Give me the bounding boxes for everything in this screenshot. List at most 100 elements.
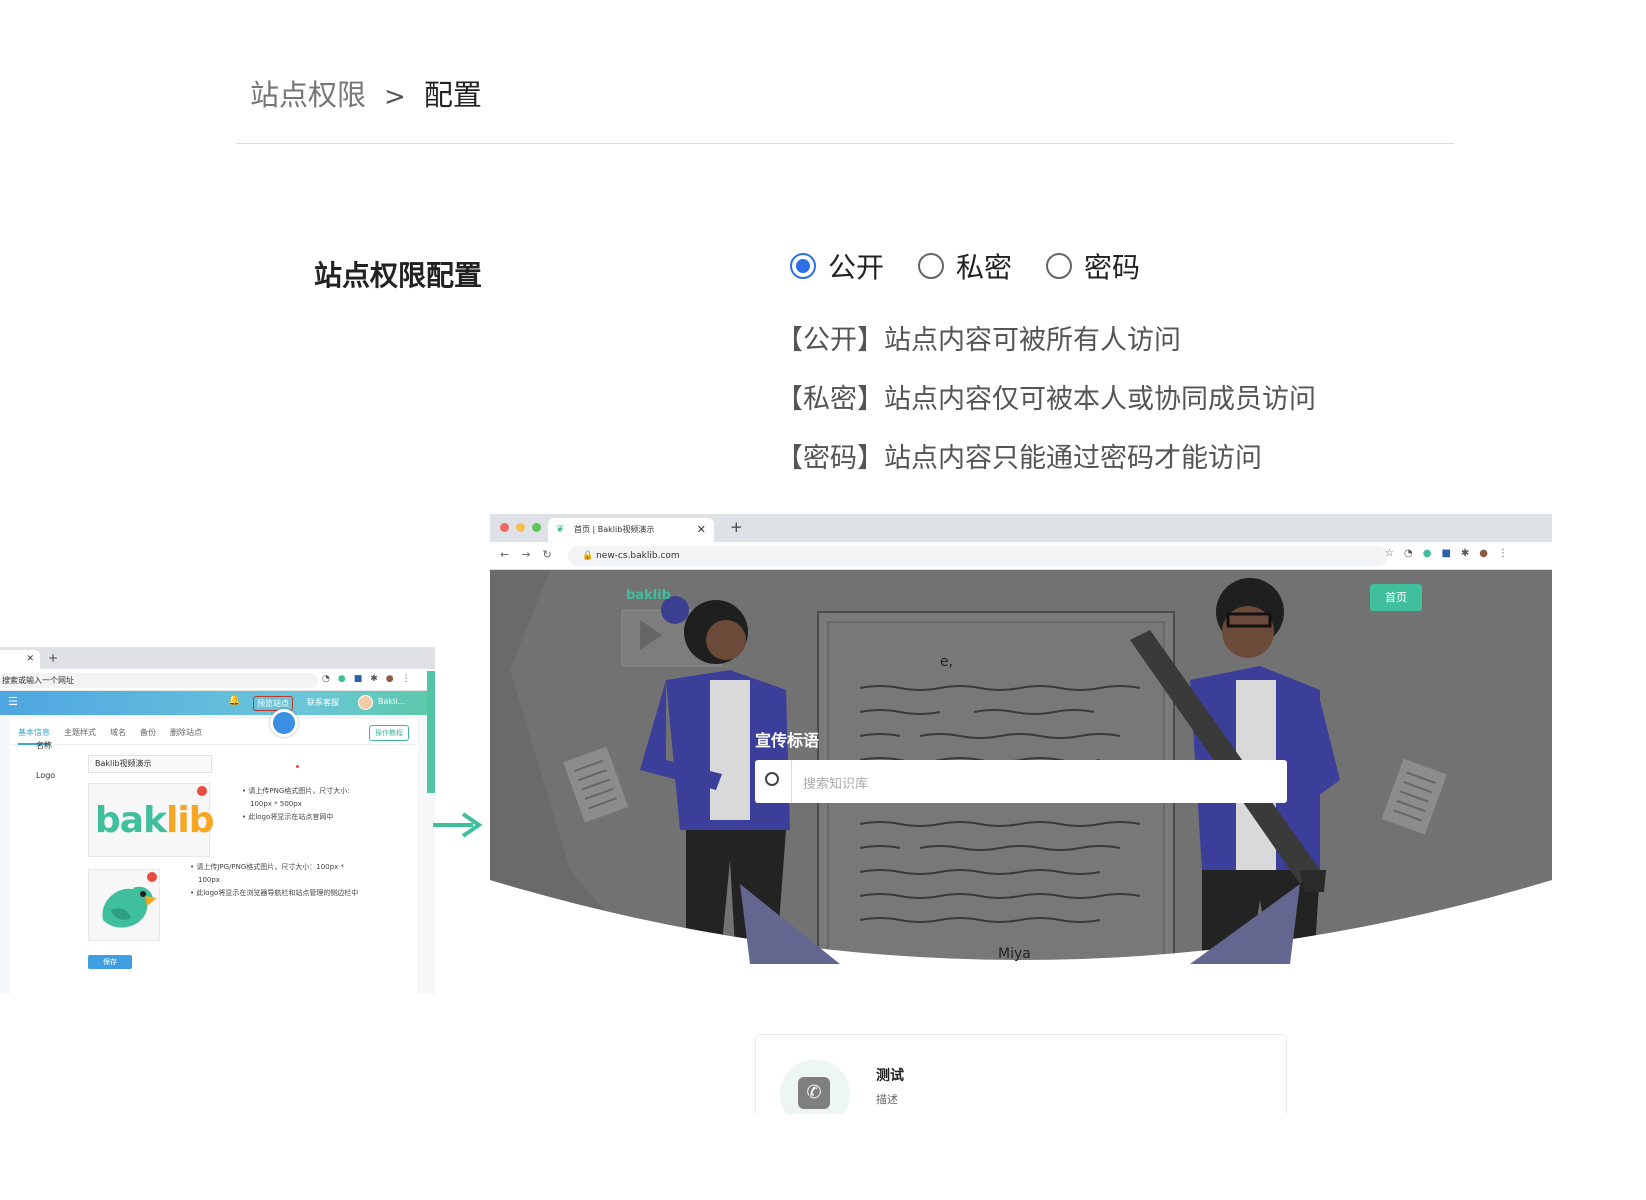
extension-icon[interactable]: ■	[354, 674, 363, 684]
radio-public-label: 公开	[828, 251, 885, 284]
puzzle-icon[interactable]: ✱	[1461, 548, 1469, 559]
config-title: 站点权限配置	[314, 259, 483, 292]
close-tab-icon[interactable]: ✕	[697, 518, 706, 542]
search-icon	[765, 772, 779, 786]
breadcrumb-parent[interactable]: 站点权限	[250, 72, 366, 114]
home-button[interactable]: 首页	[1370, 584, 1422, 611]
radio-password[interactable]: 密码	[1046, 246, 1140, 286]
desc-public: 【公开】站点内容可被所有人访问	[776, 325, 1181, 356]
card-desc: 描述	[876, 1093, 898, 1106]
radio-public-circle[interactable]	[790, 253, 816, 279]
back-icon[interactable]: ←	[500, 548, 509, 561]
baklib-logo: baklib	[95, 800, 214, 841]
user-name[interactable]: Bakli...	[378, 697, 405, 706]
phone-icon: ✆	[798, 1077, 830, 1109]
tab-delete-site[interactable]: 删除站点	[170, 727, 202, 744]
breadcrumb: 站点权限 > 配置	[250, 72, 482, 114]
logo-notes: • 请上传PNG格式图片，尺寸大小: 100px * 500px • 此logo…	[242, 787, 350, 821]
click-indicator-icon	[270, 709, 298, 737]
admin-tabbar: ✕ +	[0, 647, 435, 669]
desc-password: 【密码】站点内容只能通过密码才能访问	[776, 443, 1262, 474]
admin-settings-tabs: 基本信息 主题样式 域名 备份 删除站点	[10, 719, 417, 745]
site-screenshot: ❦ 首页 | Baklib视频演示 ✕ + ← → ↻ 🔒 new-cs.bak…	[490, 514, 1552, 1114]
extension-icon[interactable]: ■	[1441, 548, 1450, 559]
guide-button[interactable]: 操作教程	[369, 725, 409, 741]
browser-nav: ← → ↻	[500, 548, 552, 561]
address-input[interactable]: 🔒 new-cs.baklib.com	[568, 546, 1388, 566]
profile-icon[interactable]: ●	[386, 674, 394, 684]
remove-icon[interactable]	[197, 786, 207, 796]
radio-public[interactable]: 公开	[790, 246, 884, 286]
close-icon[interactable]: ✕	[26, 654, 34, 664]
save-button[interactable]: 保存	[88, 955, 132, 969]
avatar[interactable]	[358, 695, 373, 710]
radio-private-circle[interactable]	[918, 253, 945, 279]
knowledge-search[interactable]: 搜索知识库	[755, 760, 1287, 803]
illustration-signature: Miya	[998, 946, 1031, 962]
header-divider	[236, 143, 1454, 144]
radio-password-circle[interactable]	[1046, 253, 1073, 279]
doc-letter: e,	[940, 654, 954, 670]
extension-icon[interactable]: ◔	[322, 674, 330, 684]
new-tab-icon[interactable]: +	[48, 651, 58, 665]
logo-upload[interactable]: baklib	[88, 783, 214, 857]
category-card[interactable]: ✆ 测试 描述	[755, 1034, 1287, 1114]
bird-favicon-icon: ❦	[556, 524, 565, 535]
arrow-right-icon	[433, 812, 483, 838]
tab-domain[interactable]: 域名	[110, 727, 126, 744]
more-icon[interactable]: ⋮	[1498, 548, 1508, 559]
browser-tabbar: ❦ 首页 | Baklib视频演示 ✕ +	[490, 514, 1552, 542]
favicon-upload[interactable]	[88, 869, 160, 941]
radio-private-label: 私密	[956, 251, 1013, 284]
browser-urlbar: ← → ↻ 🔒 new-cs.baklib.com ☆ ◔ ● ■ ✱ ● ⋮	[490, 542, 1552, 570]
extension-icon[interactable]: ●	[1423, 548, 1432, 559]
minimize-window-icon[interactable]	[516, 523, 525, 532]
reload-icon[interactable]: ↻	[542, 548, 551, 561]
radio-password-label: 密码	[1084, 251, 1141, 284]
search-placeholder: 搜索知识库	[803, 777, 869, 792]
site-name-input[interactable]: Baklib视频演示	[88, 755, 212, 773]
admin-urlbar: 搜索或输入一个网址 ◔ ● ■ ✱ ● ⋮	[0, 669, 435, 691]
star-icon[interactable]: ☆	[1385, 548, 1394, 559]
radio-private[interactable]: 私密	[918, 246, 1012, 286]
more-icon[interactable]: ⋮	[402, 674, 411, 684]
admin-header: ☰ 🔔 预览站点 联系客服 Bakli...	[0, 691, 435, 715]
browser-extension-icons: ☆ ◔ ● ■ ✱ ● ⋮	[1385, 548, 1508, 559]
logo-label: Logo	[36, 771, 56, 780]
close-window-icon[interactable]	[500, 523, 509, 532]
maximize-window-icon[interactable]	[532, 523, 541, 532]
extension-icon[interactable]: ◔	[1404, 548, 1413, 559]
profile-icon[interactable]: ●	[1479, 548, 1488, 559]
admin-screenshot: ✕ + 搜索或输入一个网址 ◔ ● ■ ✱ ● ⋮ ☰ 🔔 预览站点 联系客服 …	[0, 647, 435, 994]
new-tab-icon[interactable]: +	[730, 518, 743, 536]
browser-tab[interactable]: ❦ 首页 | Baklib视频演示 ✕	[548, 518, 714, 542]
puzzle-icon[interactable]: ✱	[370, 674, 378, 684]
tab-backup[interactable]: 备份	[140, 727, 156, 744]
permission-radio-group: 公开 私密 密码	[790, 246, 1140, 286]
red-dot	[296, 765, 299, 768]
site-hero: baklib 首页 宣传标语 搜索知识库 e, Miya	[490, 570, 1552, 964]
forward-icon[interactable]: →	[521, 548, 530, 561]
window-controls	[500, 523, 541, 532]
contact-support-link[interactable]: 联系客服	[307, 697, 339, 708]
admin-browser-tab[interactable]: ✕	[0, 650, 40, 669]
tab-theme[interactable]: 主题样式	[64, 727, 96, 744]
search-divider	[791, 760, 792, 803]
favicon-notes: • 请上传JPG/PNG格式图片，尺寸大小：100px * 100px • 此l…	[190, 863, 359, 897]
browser-tab-title: 首页 | Baklib视频演示	[574, 525, 655, 534]
slogan: 宣传标语	[755, 731, 820, 750]
breadcrumb-separator: >	[384, 82, 406, 112]
admin-side-strip	[427, 671, 435, 793]
desc-private: 【私密】站点内容仅可被本人或协同成员访问	[776, 384, 1316, 415]
admin-settings-card: 基本信息 主题样式 域名 备份 删除站点 操作教程	[10, 719, 417, 994]
admin-extension-icons: ◔ ● ■ ✱ ● ⋮	[322, 674, 411, 684]
site-logo[interactable]: baklib	[626, 588, 671, 603]
remove-icon[interactable]	[147, 872, 157, 882]
bell-icon[interactable]: 🔔	[228, 695, 240, 706]
extension-icon[interactable]: ●	[338, 674, 346, 684]
menu-icon[interactable]: ☰	[8, 695, 18, 708]
card-title: 测试	[876, 1068, 904, 1084]
name-label: 名称	[36, 741, 52, 750]
breadcrumb-current: 配置	[423, 78, 482, 112]
admin-url-input[interactable]: 搜索或输入一个网址	[0, 673, 318, 688]
